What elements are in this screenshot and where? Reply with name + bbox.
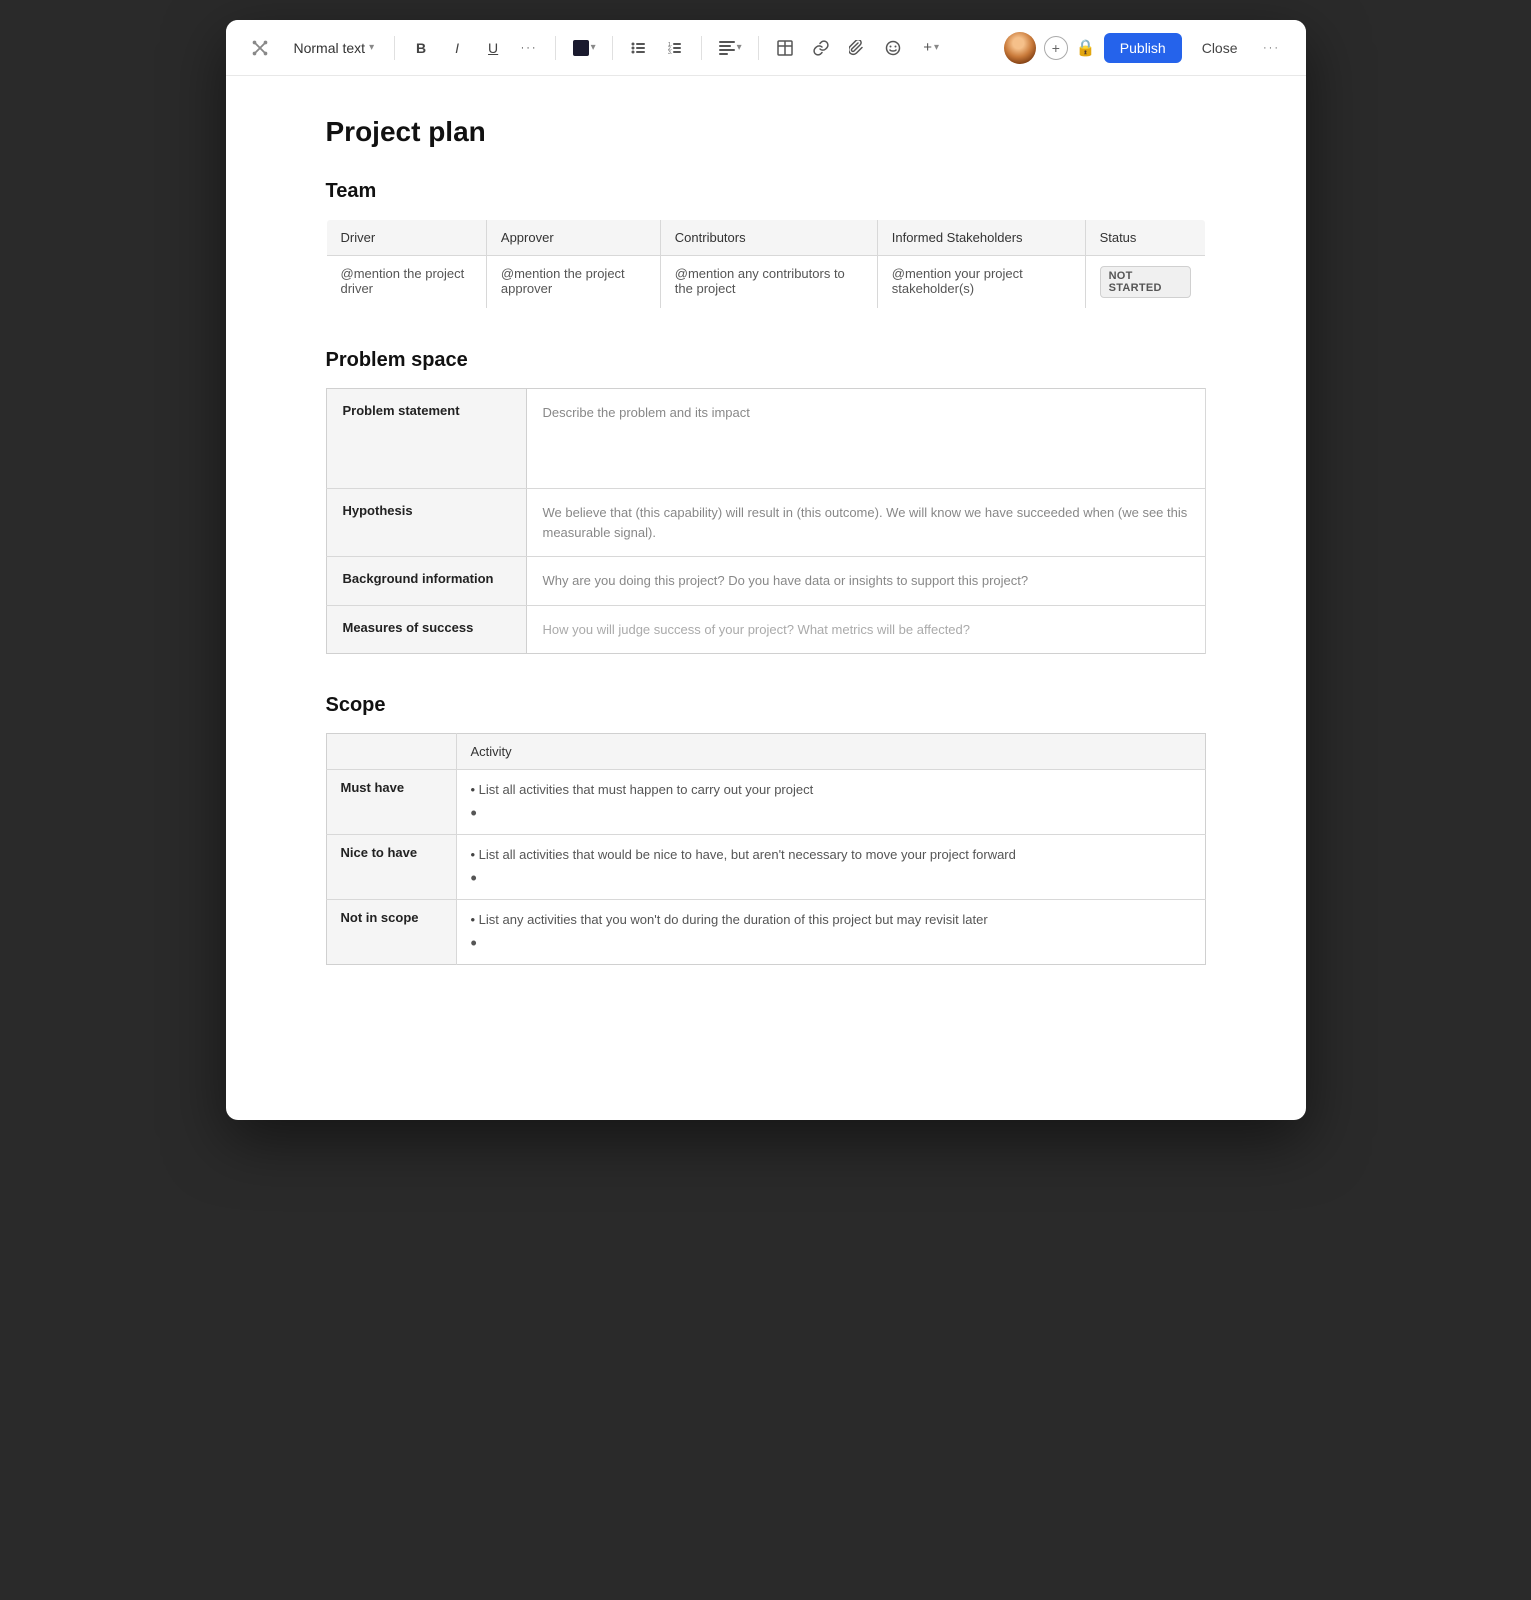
hypothesis-value[interactable]: We believe that (this capability) will r… (526, 489, 1205, 557)
page-title: Project plan (326, 116, 1206, 148)
measures-label: Measures of success (326, 605, 526, 654)
text-color-button[interactable]: ▾ (568, 34, 600, 62)
nice-to-have-row: Nice to have List all activities that wo… (326, 835, 1205, 900)
contributors-cell[interactable]: @mention any contributors to the project (660, 256, 877, 309)
team-col-approver: Approver (486, 220, 660, 256)
background-label: Background information (326, 557, 526, 606)
not-in-scope-row: Not in scope List any activities that yo… (326, 900, 1205, 965)
list-item-empty: • (471, 864, 1191, 889)
problem-statement-value[interactable]: Describe the problem and its impact (526, 389, 1205, 489)
driver-cell[interactable]: @mention the project driver (326, 256, 486, 309)
not-in-scope-label: Not in scope (326, 900, 456, 965)
background-row: Background information Why are you doing… (326, 557, 1205, 606)
team-section-heading: Team (326, 180, 1206, 203)
chevron-down-icon: ▾ (591, 42, 596, 53)
bullet-list-button[interactable] (625, 34, 653, 62)
must-have-label: Must have (326, 770, 456, 835)
underline-button[interactable]: U (479, 34, 507, 62)
background-value[interactable]: Why are you doing this project? Do you h… (526, 557, 1205, 606)
alignment-button[interactable]: ▾ (714, 34, 746, 62)
insert-plus-button[interactable]: + ▾ (915, 34, 947, 62)
not-in-scope-activity[interactable]: List any activities that you won't do du… (456, 900, 1205, 965)
measures-row: Measures of success How you will judge s… (326, 605, 1205, 654)
table-row: @mention the project driver @mention the… (326, 256, 1205, 309)
problem-statement-row: Problem statement Describe the problem a… (326, 389, 1205, 489)
team-col-informed: Informed Stakeholders (877, 220, 1085, 256)
page-content: Project plan Team Driver Approver Contri… (226, 76, 1306, 1065)
lock-icon: 🔒 (1076, 38, 1096, 58)
add-collaborator-button[interactable]: + (1044, 36, 1068, 60)
text-style-selector[interactable]: Normal text ▾ (286, 36, 383, 60)
italic-button[interactable]: I (443, 34, 471, 62)
close-button[interactable]: Close (1190, 33, 1250, 63)
hypothesis-label: Hypothesis (326, 489, 526, 557)
svg-text:3.: 3. (668, 50, 672, 56)
team-table: Driver Approver Contributors Informed St… (326, 219, 1206, 309)
scope-section-heading: Scope (326, 694, 1206, 717)
problem-space-table: Problem statement Describe the problem a… (326, 388, 1206, 654)
toolbar-divider-3 (612, 36, 613, 60)
approver-cell[interactable]: @mention the project approver (486, 256, 660, 309)
attachment-button[interactable] (843, 34, 871, 62)
informed-cell[interactable]: @mention your project stakeholder(s) (877, 256, 1085, 309)
list-item-empty: • (471, 799, 1191, 824)
toolbar-divider-1 (394, 36, 395, 60)
scope-activity-header: Activity (456, 734, 1205, 770)
publish-button[interactable]: Publish (1104, 33, 1182, 63)
chevron-down-icon: ▾ (369, 42, 374, 53)
hypothesis-row: Hypothesis We believe that (this capabil… (326, 489, 1205, 557)
must-have-activity[interactable]: List all activities that must happen to … (456, 770, 1205, 835)
toolbar-right: + 🔒 Publish Close ··· (1004, 32, 1286, 64)
numbered-list-button[interactable]: 1. 2. 3. (661, 34, 689, 62)
chevron-down-icon: ▾ (934, 42, 939, 53)
list-item: List any activities that you won't do du… (471, 910, 1191, 929)
chevron-down-icon: ▾ (737, 42, 742, 53)
toolbar-divider-4 (701, 36, 702, 60)
scope-table: Activity Must have List all activities t… (326, 733, 1206, 965)
text-style-label: Normal text (294, 40, 366, 56)
nice-to-have-activity[interactable]: List all activities that would be nice t… (456, 835, 1205, 900)
must-have-row: Must have List all activities that must … (326, 770, 1205, 835)
measures-value[interactable]: How you will judge success of your proje… (526, 605, 1205, 654)
team-col-status: Status (1085, 220, 1205, 256)
list-item: List all activities that would be nice t… (471, 845, 1191, 864)
toolbar-divider-2 (555, 36, 556, 60)
problem-statement-label: Problem statement (326, 389, 526, 489)
logo-icon[interactable] (246, 34, 274, 62)
toolbar: Normal text ▾ B I U ··· ▾ 1. (226, 20, 1306, 76)
team-col-driver: Driver (326, 220, 486, 256)
bold-button[interactable]: B (407, 34, 435, 62)
color-swatch (573, 40, 589, 56)
table-button[interactable] (771, 34, 799, 62)
avatar[interactable] (1004, 32, 1036, 64)
scope-empty-header (326, 734, 456, 770)
team-col-contributors: Contributors (660, 220, 877, 256)
status-cell: NOT STARTED (1085, 256, 1205, 309)
emoji-button[interactable] (879, 34, 907, 62)
nice-to-have-label: Nice to have (326, 835, 456, 900)
problem-space-heading: Problem space (326, 349, 1206, 372)
link-button[interactable] (807, 34, 835, 62)
toolbar-divider-5 (758, 36, 759, 60)
list-item-empty: • (471, 929, 1191, 954)
app-window: Normal text ▾ B I U ··· ▾ 1. (226, 20, 1306, 1120)
more-options-button[interactable]: ··· (1258, 34, 1286, 62)
more-formatting-button[interactable]: ··· (515, 34, 543, 62)
list-item: List all activities that must happen to … (471, 780, 1191, 799)
status-badge: NOT STARTED (1100, 266, 1191, 298)
